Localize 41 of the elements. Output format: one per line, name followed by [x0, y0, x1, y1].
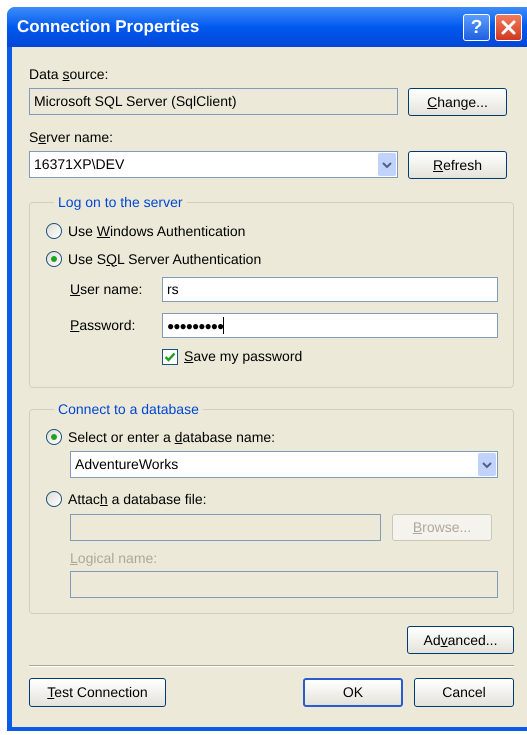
field-label: Data source: [29, 65, 110, 83]
radio-button[interactable] [46, 491, 62, 507]
radio-label: Attach a database file: [68, 490, 207, 508]
radio-button[interactable] [46, 251, 62, 267]
field-label: Password: [70, 316, 136, 335]
masked-password: ●●●●●●●●● [167, 318, 224, 334]
field-label: Server name: [29, 128, 114, 146]
test-connection-button[interactable]: Test Connection [29, 678, 166, 707]
combo-value: AdventureWorks [75, 455, 180, 474]
checkbox-label: Save my password [184, 347, 302, 366]
dropdown-button[interactable] [478, 453, 496, 476]
server-name-combo[interactable]: 16371XP\DEV [29, 151, 398, 178]
data-source-field: Microsoft SQL Server (SqlClient) [29, 88, 398, 115]
refresh-button[interactable]: Refresh [408, 151, 507, 179]
window-title: Connection Properties [17, 16, 200, 38]
radio-label: Select or enter a database name: [68, 428, 276, 446]
close-icon [501, 20, 516, 34]
checkbox[interactable] [162, 348, 178, 364]
radio-button[interactable] [46, 429, 62, 445]
chevron-down-icon [482, 460, 492, 468]
field-label: User name: [70, 280, 144, 299]
radio-button[interactable] [46, 223, 62, 239]
dropdown-button[interactable] [378, 153, 396, 176]
chevron-down-icon [382, 160, 392, 168]
database-file-field[interactable] [70, 514, 381, 541]
field-label: Logical name: [70, 549, 158, 567]
close-button[interactable] [495, 14, 522, 40]
cancel-button[interactable]: Cancel [414, 678, 514, 707]
logical-name-field[interactable] [70, 571, 498, 598]
ok-button[interactable]: OK [303, 678, 403, 707]
user-name-field[interactable]: rs [162, 277, 498, 302]
text-cursor [223, 317, 224, 334]
advanced-button[interactable]: Advanced... [407, 626, 514, 654]
database-name-combo[interactable]: AdventureWorks [70, 451, 498, 478]
radio-label: Use Windows Authentication [68, 222, 246, 240]
password-field[interactable]: ●●●●●●●●● [162, 313, 498, 338]
radio-label: Use SQL Server Authentication [68, 250, 262, 269]
group-title: Connect to a database [57, 400, 200, 418]
change-button[interactable]: Change... [408, 88, 507, 116]
group-title: Log on to the server [57, 193, 184, 211]
combo-value: 16371XP\DEV [34, 155, 126, 174]
